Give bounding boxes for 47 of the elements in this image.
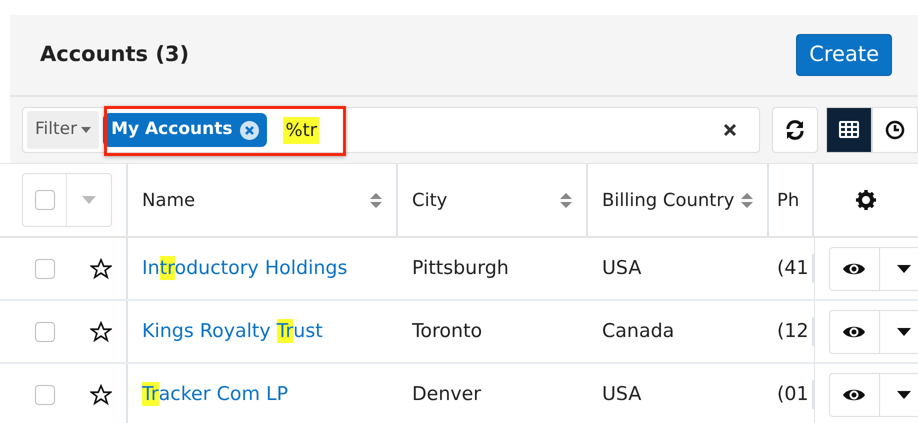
create-button[interactable]: Create: [796, 34, 892, 76]
remove-icon[interactable]: [240, 120, 260, 140]
country-cell: USA: [602, 383, 642, 406]
city-cell: Denver: [412, 383, 482, 406]
caret-icon: [896, 328, 911, 336]
city-cell: Toronto: [412, 320, 482, 342]
refresh-button[interactable]: [772, 107, 818, 153]
caret-icon: [896, 390, 911, 398]
star-icon[interactable]: [90, 258, 112, 280]
star-icon[interactable]: [90, 384, 112, 406]
preview-button[interactable]: [830, 310, 880, 352]
filter-pill[interactable]: My Accounts: [103, 113, 268, 147]
select-all-checkbox[interactable]: [34, 190, 54, 210]
table-icon: [839, 120, 859, 140]
clear-icon[interactable]: [723, 123, 737, 137]
city-cell: Pittsburgh: [412, 257, 509, 280]
view-toggle[interactable]: [826, 107, 872, 153]
star-icon[interactable]: [90, 320, 112, 342]
filter-dropdown[interactable]: Filter: [27, 111, 100, 149]
column-header[interactable]: Billing Country: [602, 186, 734, 214]
sort-icon[interactable]: [741, 192, 753, 208]
clock-icon: [885, 120, 905, 140]
sort-icon[interactable]: [370, 192, 382, 208]
preview-button[interactable]: [830, 374, 880, 416]
account-link[interactable]: Tracker Com LP: [142, 382, 288, 406]
table-cell: (01: [777, 383, 809, 406]
column-header[interactable]: Name: [142, 186, 196, 214]
refresh-icon: [784, 119, 806, 141]
table-cell: (12: [777, 320, 809, 342]
filter-search-field[interactable]: Filter My Accounts %tr: [22, 107, 760, 153]
country-cell: USA: [602, 257, 642, 280]
row-checkbox[interactable]: [35, 258, 55, 278]
page-title: Accounts (3): [40, 42, 190, 68]
row-checkbox[interactable]: [35, 322, 55, 342]
search-text: %tr: [283, 116, 320, 144]
country-cell: Canada: [602, 320, 674, 342]
view-toggle[interactable]: [872, 107, 918, 153]
table-cell: (41: [777, 257, 809, 280]
row-checkbox[interactable]: [35, 384, 55, 404]
sort-icon[interactable]: [560, 192, 572, 208]
settings-icon[interactable]: [856, 190, 876, 210]
preview-button[interactable]: [830, 248, 880, 290]
caret-icon: [896, 264, 911, 272]
column-header[interactable]: City: [412, 186, 448, 214]
account-link[interactable]: Introductory Holdings: [142, 256, 348, 280]
caret-icon: [81, 127, 92, 133]
column-header[interactable]: Ph: [777, 186, 800, 214]
